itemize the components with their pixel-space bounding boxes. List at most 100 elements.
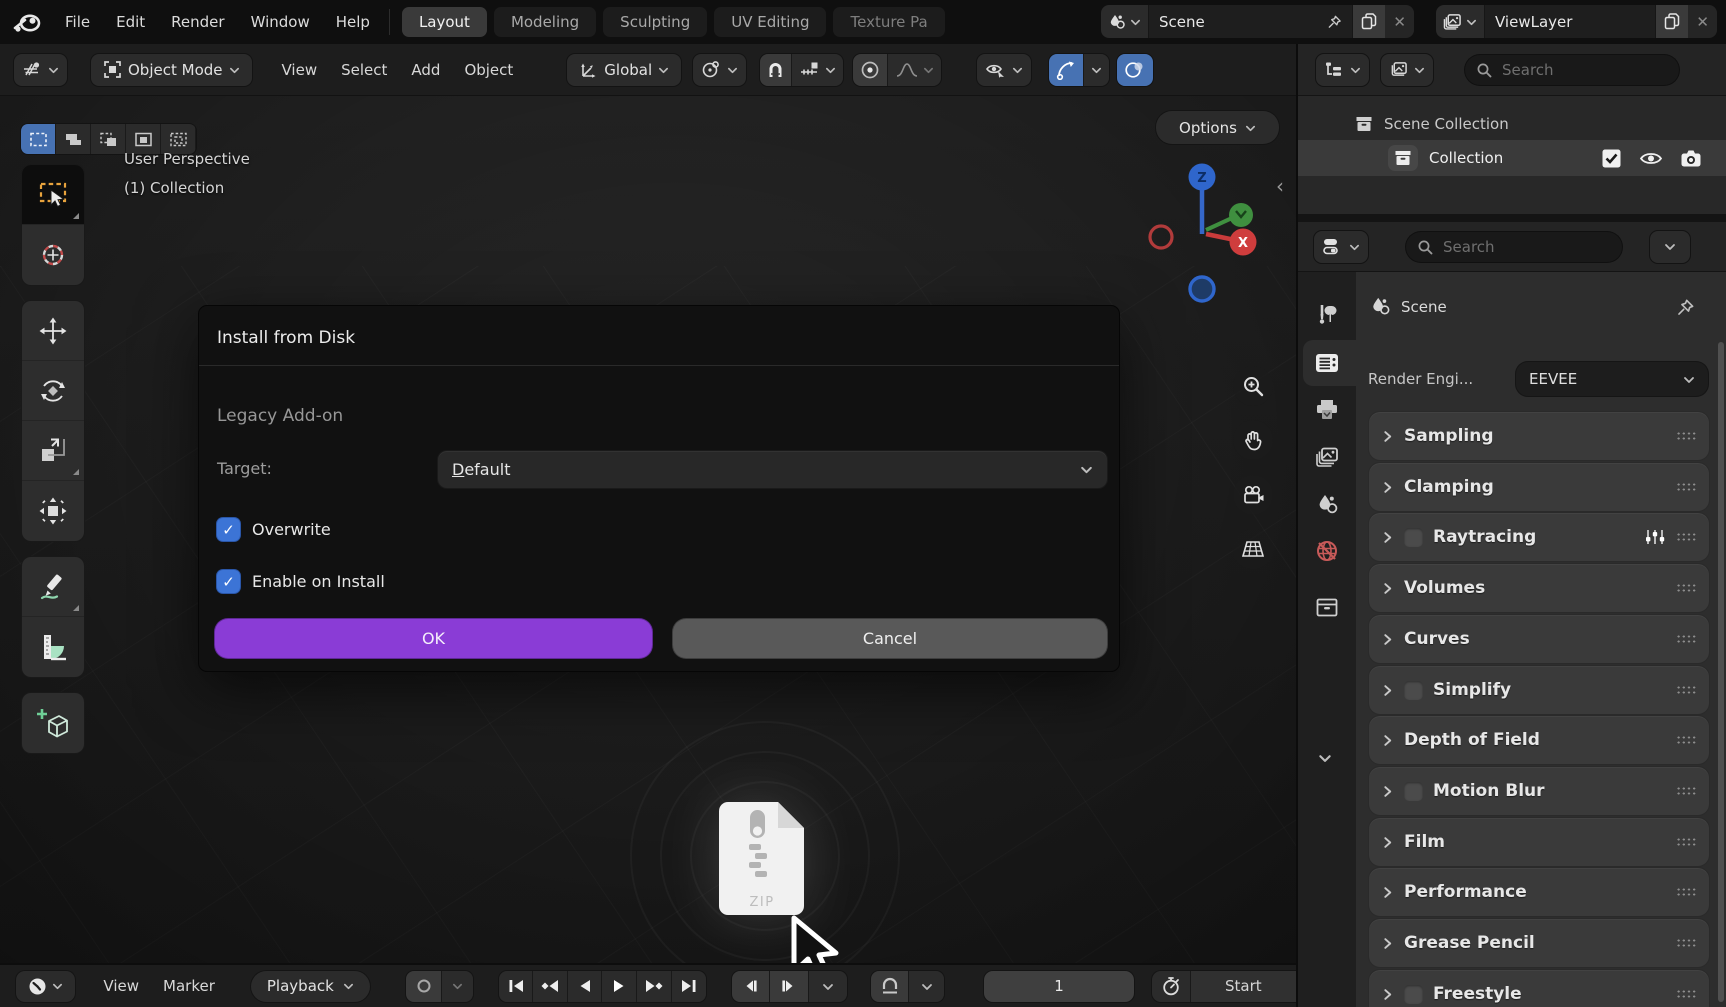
overlays-toggle[interactable] bbox=[1117, 54, 1153, 86]
zoom-button[interactable] bbox=[1233, 366, 1273, 406]
jump-to-start-button[interactable] bbox=[499, 971, 534, 1002]
tool-cursor[interactable] bbox=[22, 225, 84, 285]
target-dropdown[interactable]: Default bbox=[438, 451, 1107, 488]
section-depth-of-field[interactable]: Depth of Field bbox=[1369, 716, 1709, 764]
outliner-search-input[interactable] bbox=[1500, 60, 1620, 80]
viewport-menu-view[interactable]: View bbox=[270, 55, 330, 85]
tab-tool[interactable] bbox=[1307, 294, 1347, 334]
section-drag-handle[interactable] bbox=[1676, 685, 1697, 695]
menu-window[interactable]: Window bbox=[238, 8, 323, 36]
start-frame-field[interactable]: Start bbox=[1191, 971, 1296, 1002]
timeline-menu-view[interactable]: View bbox=[91, 971, 151, 1001]
menu-help[interactable]: Help bbox=[323, 8, 383, 36]
section-simplify[interactable]: Simplify bbox=[1369, 666, 1709, 714]
tab-strip-more-chevron[interactable] bbox=[1318, 752, 1332, 764]
section-drag-handle[interactable] bbox=[1676, 989, 1697, 999]
section-sliders-button[interactable] bbox=[1644, 528, 1666, 546]
properties-editor-type-button[interactable] bbox=[1314, 231, 1368, 263]
gizmo-minus-x-axis[interactable] bbox=[1150, 226, 1172, 248]
overwrite-checkbox[interactable]: ✓ bbox=[217, 518, 240, 541]
section-drag-handle[interactable] bbox=[1676, 431, 1697, 441]
select-mode-box[interactable] bbox=[21, 124, 56, 154]
section-drag-handle[interactable] bbox=[1676, 887, 1697, 897]
tool-add-cube[interactable] bbox=[22, 693, 84, 753]
section-drag-handle[interactable] bbox=[1676, 532, 1697, 542]
scene-name-field[interactable]: Scene bbox=[1149, 5, 1352, 38]
camera-view-button[interactable] bbox=[1233, 475, 1273, 515]
tool-transform[interactable] bbox=[22, 481, 84, 541]
tab-scene[interactable] bbox=[1307, 484, 1347, 524]
properties-search[interactable] bbox=[1406, 232, 1622, 262]
outliner-search[interactable] bbox=[1465, 55, 1679, 85]
workspace-tab-sculpting[interactable]: Sculpting bbox=[603, 7, 707, 37]
outliner-row-scene-collection[interactable]: Scene Collection bbox=[1298, 108, 1726, 140]
section-drag-handle[interactable] bbox=[1676, 786, 1697, 796]
section-checkbox[interactable] bbox=[1404, 985, 1423, 1004]
options-dropdown[interactable]: Options bbox=[1156, 111, 1279, 144]
frame-jump-dropdown[interactable] bbox=[809, 971, 847, 1002]
viewlayer-browse-button[interactable] bbox=[1436, 5, 1485, 38]
gizmos-dropdown[interactable] bbox=[1084, 54, 1109, 86]
section-motion-blur[interactable]: Motion Blur bbox=[1369, 767, 1709, 815]
section-drag-handle[interactable] bbox=[1676, 634, 1697, 644]
section-film[interactable]: Film bbox=[1369, 818, 1709, 866]
proportional-falloff-dropdown[interactable] bbox=[888, 54, 941, 86]
menu-edit[interactable]: Edit bbox=[103, 8, 158, 36]
gizmo-y-axis[interactable] bbox=[1229, 203, 1253, 227]
previous-frame-button[interactable] bbox=[732, 971, 770, 1002]
select-mode-subtract[interactable] bbox=[91, 124, 126, 154]
editor-type-button[interactable] bbox=[14, 54, 67, 86]
use-preview-range-button[interactable] bbox=[1152, 971, 1190, 1002]
section-drag-handle[interactable] bbox=[1676, 583, 1697, 593]
section-drag-handle[interactable] bbox=[1676, 735, 1697, 745]
section-drag-handle[interactable] bbox=[1676, 938, 1697, 948]
tool-select-box[interactable] bbox=[22, 165, 84, 225]
gizmos-toggle[interactable] bbox=[1049, 54, 1084, 86]
pin-icon[interactable] bbox=[1327, 14, 1342, 30]
select-mode-extend[interactable] bbox=[56, 124, 91, 154]
tool-move[interactable] bbox=[22, 301, 84, 361]
playback-dropdown[interactable]: Playback bbox=[251, 971, 370, 1002]
pin-icon[interactable] bbox=[1676, 298, 1695, 317]
tool-measure[interactable] bbox=[22, 617, 84, 677]
workspace-tab-modeling[interactable]: Modeling bbox=[494, 7, 596, 37]
section-drag-handle[interactable] bbox=[1676, 837, 1697, 847]
snap-toggle[interactable] bbox=[760, 54, 792, 86]
navigation-gizmo[interactable]: Z X bbox=[1140, 160, 1280, 310]
pan-button[interactable] bbox=[1233, 420, 1273, 460]
workspace-tab-uv-editing[interactable]: UV Editing bbox=[714, 7, 826, 37]
timeline-editor-type-button[interactable] bbox=[16, 971, 75, 1002]
properties-options-button[interactable] bbox=[1650, 231, 1690, 263]
viewport-menu-add[interactable]: Add bbox=[399, 55, 452, 85]
mode-dropdown[interactable]: Object Mode bbox=[91, 54, 252, 86]
section-checkbox[interactable] bbox=[1404, 528, 1423, 547]
viewlayer-remove-button[interactable]: ✕ bbox=[1688, 5, 1717, 38]
next-keyframe-button[interactable] bbox=[637, 971, 672, 1002]
viewport-menu-object[interactable]: Object bbox=[452, 55, 525, 85]
properties-scrollbar[interactable] bbox=[1718, 342, 1724, 1002]
snap-pivot-dropdown[interactable] bbox=[693, 54, 746, 86]
section-checkbox[interactable] bbox=[1404, 782, 1423, 801]
outliner-row-collection[interactable]: Collection bbox=[1298, 140, 1726, 176]
3d-viewport[interactable]: Options User Perspective (1) Collection bbox=[0, 96, 1296, 963]
section-sampling[interactable]: Sampling bbox=[1369, 412, 1709, 460]
section-freestyle[interactable]: Freestyle bbox=[1369, 970, 1709, 1007]
transform-orientation-dropdown[interactable]: Global bbox=[567, 54, 681, 86]
play-reverse-button[interactable] bbox=[568, 971, 603, 1002]
tool-annotate[interactable] bbox=[22, 557, 84, 617]
menu-render[interactable]: Render bbox=[158, 8, 237, 36]
section-checkbox[interactable] bbox=[1404, 681, 1423, 700]
previous-keyframe-button[interactable] bbox=[533, 971, 568, 1002]
workspace-tab-layout[interactable]: Layout bbox=[402, 7, 487, 37]
ok-button[interactable]: OK bbox=[215, 619, 652, 658]
viewport-menu-select[interactable]: Select bbox=[329, 55, 399, 85]
workspace-tab-texture-pa[interactable]: Texture Pa bbox=[833, 7, 944, 37]
outliner-filter-button[interactable] bbox=[1381, 54, 1433, 86]
section-raytracing[interactable]: Raytracing bbox=[1369, 513, 1709, 561]
properties-search-input[interactable] bbox=[1441, 237, 1561, 257]
tab-render[interactable] bbox=[1307, 343, 1347, 383]
hide-eye-icon[interactable] bbox=[1639, 150, 1663, 167]
snap-target-dropdown[interactable] bbox=[792, 54, 843, 86]
keying-dropdown[interactable] bbox=[442, 971, 473, 1002]
next-frame-button[interactable] bbox=[770, 971, 808, 1002]
